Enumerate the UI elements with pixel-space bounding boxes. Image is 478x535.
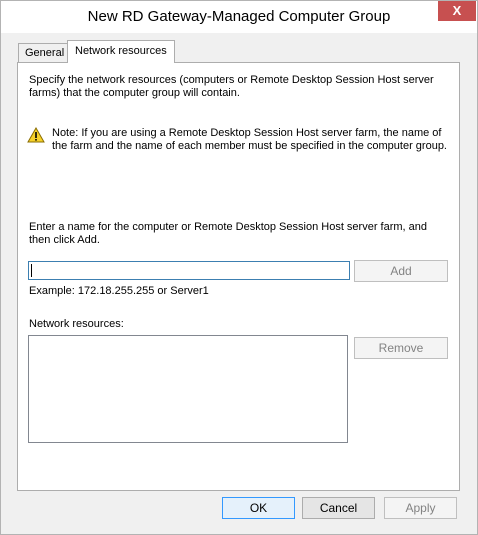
tab-general[interactable]: General bbox=[18, 43, 72, 63]
warning-icon bbox=[27, 127, 45, 143]
remove-button[interactable]: Remove bbox=[354, 337, 448, 359]
tab-network-resources[interactable]: Network resources bbox=[67, 40, 175, 63]
enter-name-prompt: Enter a name for the computer or Remote … bbox=[29, 221, 428, 246]
cancel-button[interactable]: Cancel bbox=[302, 497, 375, 519]
dialog-window: New RD Gateway-Managed Computer Group X … bbox=[0, 0, 478, 535]
example-text: Example: 172.18.255.255 or Server1 bbox=[29, 285, 209, 297]
description-text: Specify the network resources (computers… bbox=[29, 74, 434, 99]
computer-name-input[interactable] bbox=[28, 261, 350, 280]
network-resources-list[interactable] bbox=[28, 335, 348, 443]
network-resources-label: Network resources: bbox=[29, 318, 124, 330]
note-text: Note: If you are using a Remote Desktop … bbox=[52, 127, 447, 152]
ok-button[interactable]: OK bbox=[222, 497, 295, 519]
network-resources-panel: Specify the network resources (computers… bbox=[17, 62, 460, 491]
apply-button[interactable]: Apply bbox=[384, 497, 457, 519]
close-button[interactable]: X bbox=[438, 1, 476, 21]
text-caret bbox=[31, 264, 32, 277]
window-title: New RD Gateway-Managed Computer Group bbox=[87, 8, 391, 25]
add-button[interactable]: Add bbox=[354, 260, 448, 282]
title-bar[interactable]: New RD Gateway-Managed Computer Group X bbox=[1, 1, 477, 33]
